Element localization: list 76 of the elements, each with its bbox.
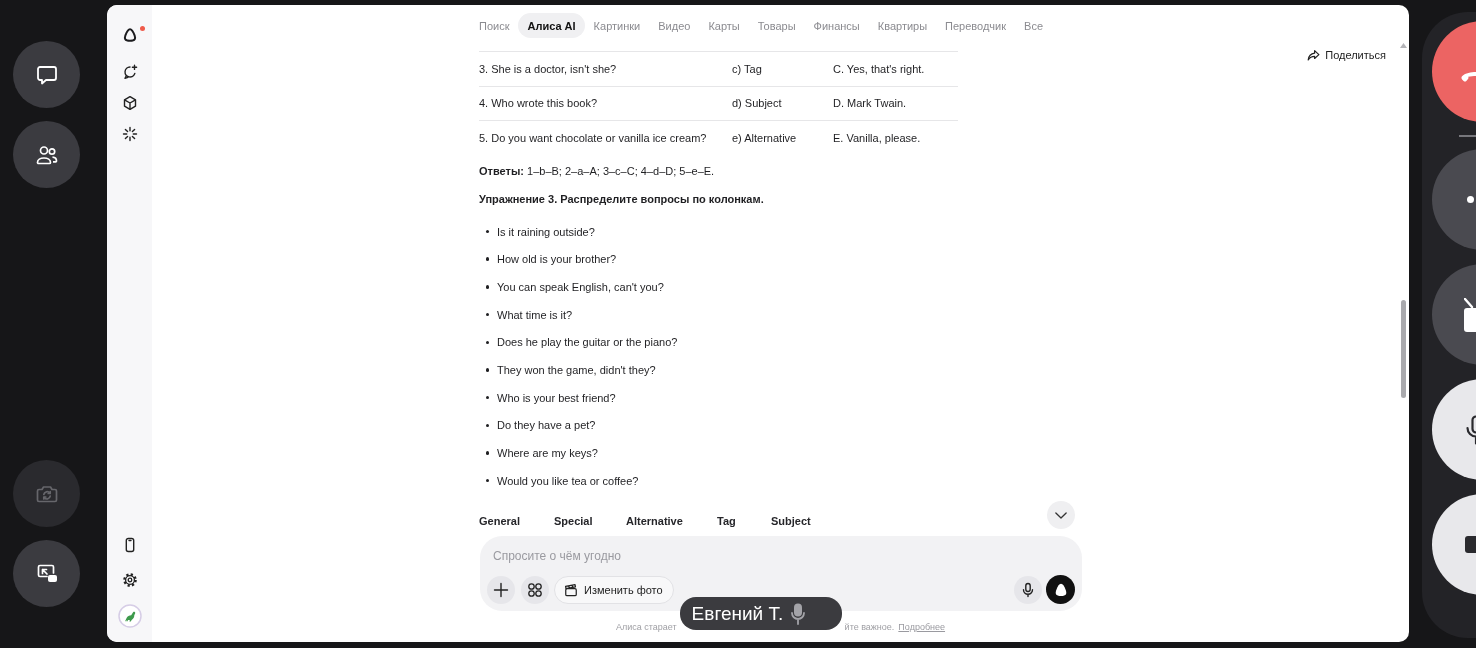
list-item-text: Would you like tea or coffee? [497, 473, 639, 489]
table-cell: d) Subject [732, 97, 782, 110]
answers-text: Ответы: 1–b–B; 2–a–A; 3–c–C; 4–d–D; 5–e–E. [479, 163, 716, 179]
chevron-down-icon [1055, 511, 1067, 519]
nav-tab[interactable]: Финансы [804, 13, 869, 38]
exercise-title: Упражнение 3. Распределите вопросы по колонкам. [479, 191, 765, 207]
bullet-icon [485, 423, 489, 428]
bullet-icon [485, 257, 489, 261]
new-chat-icon[interactable] [121, 64, 138, 80]
list-item-text: Who is your best friend? [497, 390, 616, 406]
bullet-icon [485, 312, 489, 317]
table-cell: 3. She is a doctor, isn't she? [479, 62, 617, 75]
column-header: General [479, 513, 520, 529]
table-cell: 5. Do you want chocolate or vanilla ice cream? [479, 131, 707, 144]
bullet-icon [485, 285, 489, 289]
disclaimer-text: йте важное. [844, 621, 895, 632]
list-item-text: What time is it? [497, 307, 573, 323]
nav-tab[interactable]: Видео [649, 13, 700, 38]
clapperboard-icon [564, 582, 578, 597]
dot-icon [1467, 196, 1474, 203]
cube-icon[interactable] [121, 95, 138, 111]
nav-tab[interactable]: Алиса AI [518, 13, 585, 38]
plus-icon [493, 581, 509, 598]
nav-tab[interactable]: Товары [748, 13, 805, 38]
table-cell: 4. Who wrote this book? [479, 97, 597, 110]
microphone-icon [791, 602, 806, 625]
bullet-icon [485, 395, 489, 400]
microphone-icon [1466, 414, 1476, 445]
nav-tab[interactable]: Переводчик [936, 13, 1016, 38]
alice-button[interactable] [1046, 575, 1075, 604]
share-button[interactable]: Поделиться [1303, 45, 1390, 65]
table-cell: E. Vanilla, please. [833, 131, 921, 144]
table-cell: e) Alternative [732, 131, 797, 144]
speaker-name: Евгений Т. [691, 602, 784, 625]
bullet-icon [485, 368, 489, 372]
bullet-icon [485, 340, 489, 344]
scrollbar-thumb[interactable] [1401, 300, 1406, 398]
alice-logo-icon[interactable] [121, 27, 138, 43]
bullet-icon [485, 478, 489, 483]
bar-icon [1465, 536, 1476, 553]
nav-tab[interactable]: Все [1015, 13, 1053, 38]
disclaimer-text: Алиса старает [615, 621, 677, 632]
list-item-text: They won the game, didn't they? [497, 362, 656, 378]
column-header: Alternative [626, 513, 683, 529]
camera-icon [1464, 297, 1476, 332]
list-item-text: How old is your brother? [497, 252, 617, 268]
apps-button[interactable] [521, 575, 549, 604]
nav-tab[interactable]: Карты [699, 13, 749, 38]
list-item-text: Do they have a pet? [497, 418, 596, 434]
microphone-icon [1020, 581, 1036, 598]
bullet-icon [485, 229, 489, 234]
table-cell: D. Mark Twain. [833, 97, 907, 110]
column-header: Tag [717, 513, 736, 529]
nav-tab[interactable]: Картинки [584, 13, 650, 38]
avatar-icon[interactable] [117, 604, 142, 628]
grid-icon [527, 581, 543, 598]
column-header: Special [554, 513, 593, 529]
list-item-text: You can speak English, can't you? [497, 279, 664, 295]
nav-tab[interactable]: Квартиры [868, 13, 937, 38]
column-header: Subject [771, 513, 811, 529]
add-button[interactable] [487, 575, 515, 604]
message-input[interactable]: Спросите о чём угодно [493, 548, 813, 564]
more-link[interactable]: Подробнее [898, 621, 946, 632]
list-item-text: Is it raining outside? [497, 224, 595, 240]
list-item-text: Where are my keys? [497, 446, 598, 461]
table-cell: C. Yes, that's right. [833, 62, 925, 75]
microphone-button[interactable] [1014, 575, 1042, 604]
nav-tab[interactable]: Поиск [470, 13, 519, 38]
sparkle-icon[interactable] [121, 126, 138, 142]
settings-icon[interactable] [121, 572, 138, 588]
bullet-icon [485, 451, 489, 455]
scroll-down-button[interactable] [1047, 501, 1075, 529]
change-photo-button[interactable]: Изменить фото [554, 575, 674, 604]
list-item-text: Does he play the guitar or the piano? [497, 335, 678, 351]
table-cell: c) Tag [732, 62, 762, 75]
share-arrow-icon [1307, 48, 1321, 62]
